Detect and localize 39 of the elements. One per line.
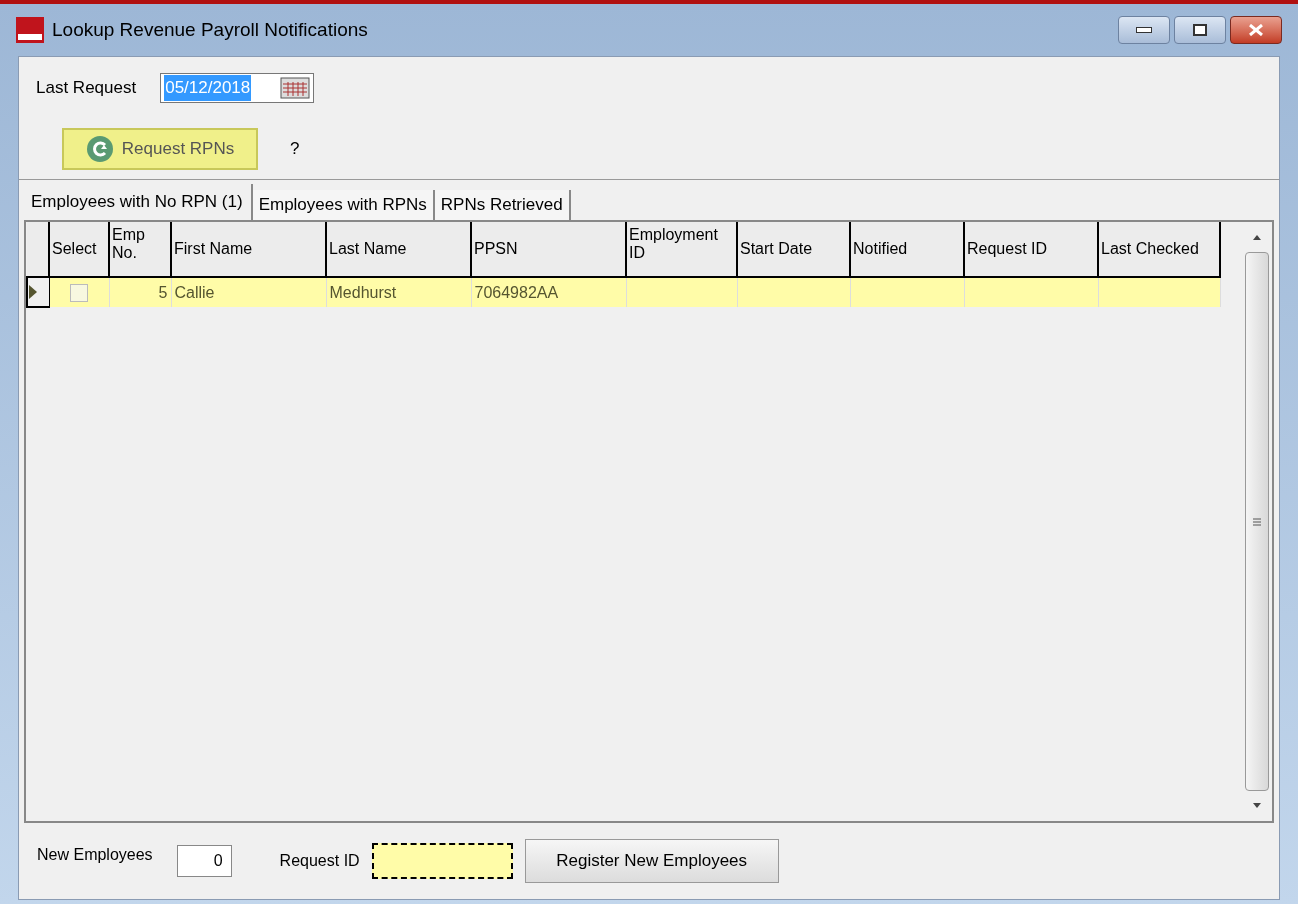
table-cell: 5 [158,283,168,301]
refresh-icon [85,135,114,163]
maximize-button[interactable] [1174,16,1226,44]
select-checkbox[interactable] [70,284,88,303]
request-rpns-button[interactable]: Request RPNs [62,128,258,170]
app-logo-icon [16,17,44,43]
column-header[interactable]: Request ID [964,222,1098,277]
minimize-button[interactable] [1118,16,1170,44]
tab[interactable]: RPNs Retrieved [434,190,571,220]
last-request-label: Last Request [36,77,137,100]
table-cell: Medhurst [329,283,397,301]
register-new-employees-button[interactable]: Register New Employees [524,839,779,883]
new-employees-label: New Employees [37,845,153,865]
maximize-icon [1193,24,1207,36]
column-header[interactable]: Last Checked [1098,222,1220,277]
grip-icon [1252,517,1262,526]
column-header[interactable]: PPSN [471,222,626,277]
minimize-icon [1136,27,1152,33]
column-header[interactable]: Select [49,222,109,277]
column-header[interactable]: Emp No. [109,222,171,277]
table-cell: Callie [174,283,215,301]
row-pointer-icon [28,284,38,300]
scrollbar-thumb[interactable] [1245,252,1269,791]
column-header[interactable]: Last Name [326,222,471,277]
column-header[interactable]: Start Date [737,222,850,277]
new-employees-field[interactable]: 0 [176,845,232,877]
request-id-field[interactable] [371,843,513,879]
close-button[interactable] [1230,16,1282,44]
request-id-label: Request ID [279,851,360,871]
table-row[interactable]: 5 Callie Medhurst 7064982AA [27,277,1220,307]
tab[interactable]: Employees with RPNs [252,190,435,220]
close-icon [1248,24,1264,36]
column-header[interactable]: Notified [850,222,964,277]
help-mark: ? [290,138,300,161]
window-title: Lookup Revenue Payroll Notifications [52,17,368,42]
table-cell: 7064982AA [474,283,559,301]
column-header[interactable]: Employment ID [626,222,737,277]
calendar-icon[interactable] [280,77,311,99]
column-header[interactable]: First Name [171,222,326,277]
